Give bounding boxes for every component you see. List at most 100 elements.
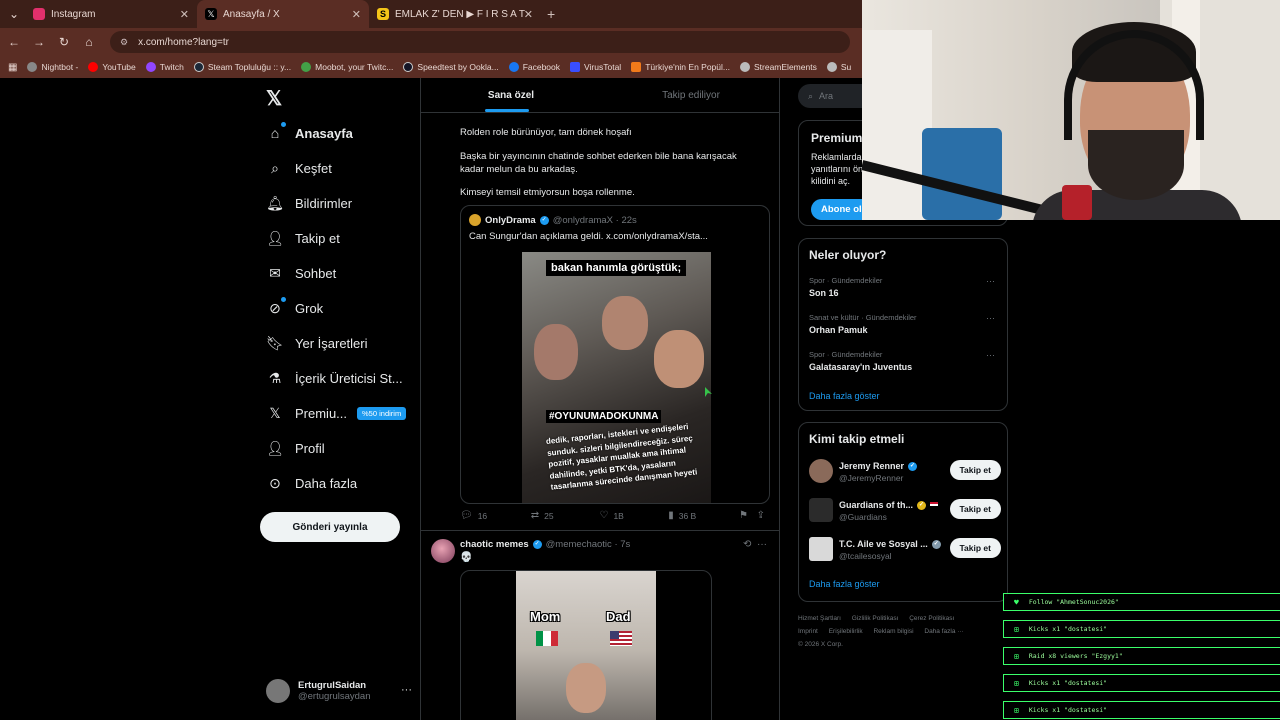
follow-suggestion[interactable]: Jeremy Renner ✓ @JeremyRenner Takip et [809,459,1001,485]
footer-link[interactable]: Reklam bilgisi [873,628,913,635]
follow-button[interactable]: Takip et [949,499,1001,519]
forward-icon[interactable]: → [28,35,50,49]
site-info-icon[interactable]: ⚙ [120,37,128,48]
bookmark-item[interactable]: Moobot, your Twitc... [301,62,393,72]
more-dots-icon[interactable]: ··· [986,350,995,360]
grok-icon[interactable]: ⟲ [743,539,751,550]
tab-x-home[interactable]: 𝕏 Anasayfa / X ✕ [197,0,369,28]
follow-suggestion[interactable]: T.C. Aile ve Sosyal ... ✓ @tcailesosyal T… [809,537,1001,563]
footer-link[interactable]: Daha fazla ··· [924,628,963,635]
reload-icon[interactable]: ↻ [53,35,75,49]
bookmark-item[interactable]: Steam Topluluğu :: y... [193,62,291,72]
footer-link[interactable]: Gizlilik Politikası [852,615,899,622]
avatar[interactable] [431,539,455,563]
bookmark-item[interactable]: Su [826,62,851,72]
follow-button[interactable]: Takip et [949,538,1001,558]
bookmark-label: Twitch [159,62,184,72]
more-dots-icon[interactable]: ··· [757,539,767,550]
tab-for-you[interactable]: Sana özel [421,78,601,112]
nav-explore[interactable]: ⌕ Keşfet [266,156,332,180]
nav-profile[interactable]: 👤︎ Profil [266,436,325,460]
trend-item[interactable]: Sanat ve kültür · Gündemdekiler Orhan Pa… [809,313,999,335]
stream-event: ♥ Follow "AhmetSonuc2026" [1003,593,1280,611]
nav-follow[interactable]: 👤︎ Takip et [266,226,340,250]
bookmark-item[interactable]: YouTube [88,62,136,72]
bookmark-item[interactable]: Nightbot - [27,62,78,72]
bookmark-item[interactable]: Speedtest by Ookla... [403,62,499,72]
account-switcher[interactable]: ErtugrulSaidan @ertugrulsaydan ··· [266,676,416,706]
bookmark-item[interactable]: Facebook [508,62,560,72]
footer-link[interactable]: Imprint [798,628,818,635]
tab-following[interactable]: Takip ediliyor [601,78,779,112]
follow-button[interactable]: Takip et [949,460,1001,480]
views-button[interactable]: ▮ 36 B [668,510,739,521]
url-text: x.com/home?lang=tr [138,36,229,48]
author-name[interactable]: chaotic memes [460,539,529,550]
tab-label: Takip ediliyor [662,90,720,101]
stream-event: ⊞ Kicks x1 "dostatesi" [1003,701,1280,719]
bookmark-item[interactable]: StreamElements [739,62,817,72]
follow-suggestion[interactable]: Guardians of th... ✓ @Guardians Takip et [809,498,1001,524]
like-count: 1B [613,510,624,521]
tweet-media[interactable]: Mom Dad [460,570,712,720]
trend-item[interactable]: Spor · Gündemdekiler Son 16 ··· [809,276,999,298]
footer-link[interactable]: Hizmet Şartları [798,615,841,622]
nav-more[interactable]: ⊙ Daha fazla [266,471,357,495]
bookmark-item[interactable]: VirusTotal [570,62,621,72]
back-icon[interactable]: ← [3,35,25,49]
quoted-tweet-image[interactable]: bakan hanımla görüştük; #OYUNUMADOKUNMA … [522,252,711,503]
bookmark-icon: ⚑ [738,510,748,521]
flask-icon: ⚗ [268,369,282,386]
retweet-button[interactable]: ⇄ 25 [531,510,600,521]
more-dots-icon[interactable]: ··· [401,684,412,696]
author-handle[interactable]: @memechaotic [546,539,612,550]
event-text: Raid x8 viewers "Ezgyy1" [1028,652,1123,660]
more-dots-icon[interactable]: ··· [986,276,995,286]
nav-bookmarks[interactable]: 🔖︎ Yer İşaretleri [266,331,367,355]
footer-links: Hizmet Şartları Gizlilik Politikası Çere… [798,612,1008,651]
trend-item[interactable]: Spor · Gündemdekiler Galatasaray'ın Juve… [809,350,999,372]
like-button[interactable]: ♡ 1B [599,510,668,521]
home-browser-icon[interactable]: ⌂ [78,35,100,49]
close-tab-icon[interactable]: ✕ [524,8,533,21]
nav-home[interactable]: ⌂ Anasayfa [266,121,353,145]
close-tab-icon[interactable]: ✕ [352,8,361,21]
tab-instagram[interactable]: Instagram ✕ [25,0,197,28]
nav-notifications[interactable]: 🔔︎ Bildirimler [266,191,352,215]
share-button[interactable]: ⇪ [757,510,770,521]
nav-grok[interactable]: ⊘ Grok [266,296,323,320]
x-logo-icon[interactable]: 𝕏 [266,86,282,111]
quoted-author-handle: @onlydramaX [552,214,614,226]
bookmark-item[interactable]: Türkiye'nin En Popül... [631,62,730,72]
nav-messages[interactable]: ✉ Sohbet [266,261,336,285]
tweet-text: 💀 [460,552,473,563]
footer-link[interactable]: Çerez Politikası [909,615,954,622]
more-dots-icon[interactable]: ··· [986,313,995,323]
kick-icon: ⊞ [1014,705,1019,715]
user-name: ErtugrulSaidan [298,680,367,691]
new-tab-icon[interactable]: + [547,6,555,22]
user-handle: @ertugrulsaydan [298,691,371,702]
bookmark-button[interactable]: ⚑ [739,510,757,521]
close-tab-icon[interactable]: ✕ [180,8,189,21]
apps-grid-icon[interactable]: ▦ [8,62,17,73]
reply-button[interactable]: 💬︎ 16 [460,510,531,521]
meme-label-right: Dad [606,609,631,624]
quoted-author-name: OnlyDrama [485,214,536,226]
tab-search-icon[interactable]: ⌄ [3,7,25,21]
heart-icon: ♡ [599,510,609,521]
url-input[interactable]: ⚙ x.com/home?lang=tr [110,31,850,53]
post-button[interactable]: Gönderi yayınla [260,512,400,542]
bookmark-item[interactable]: Twitch [145,62,184,72]
tab-emlak[interactable]: S EMLAK Z' DEN ▶ F I R S A T I ✕ [369,0,541,28]
tweet-menu: ⟲ ··· [743,539,767,550]
footer-link[interactable]: Erişilebilirlik [829,628,863,635]
image-hashtag: #OYUNUMADOKUNMA [546,410,662,423]
nav-creator-studio[interactable]: ⚗ İçerik Üreticisi St... [266,366,403,390]
nav-premium[interactable]: 𝕏 Premiu... %50 indirim [266,401,407,425]
show-more-link[interactable]: Daha fazla göster [809,579,880,589]
quoted-tweet[interactable]: OnlyDrama ✓ @onlydramaX · 22s Can Sungur… [460,205,770,504]
show-more-link[interactable]: Daha fazla göster [809,391,880,401]
retweet-count: 25 [544,510,554,521]
meme-image: Mom Dad [516,571,656,720]
